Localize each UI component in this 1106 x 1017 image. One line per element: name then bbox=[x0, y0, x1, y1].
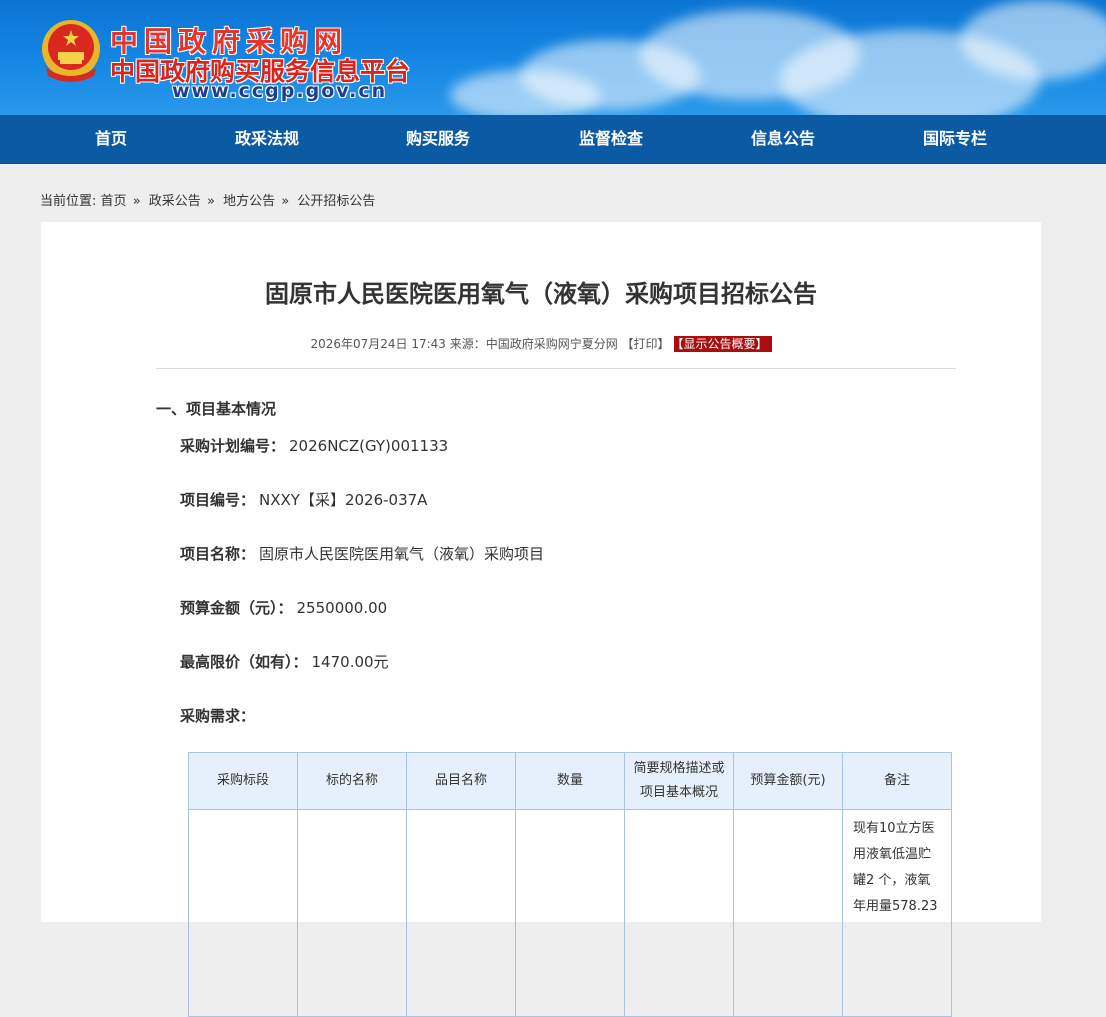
field-project-name: 项目名称： 固原市人民医院医用氧气（液氧）采购项目 bbox=[180, 543, 544, 564]
breadcrumb-separator: » bbox=[281, 194, 290, 209]
field-value: 固原市人民医院医用氧气（液氧）采购项目 bbox=[259, 545, 545, 563]
breadcrumb-home[interactable]: 首页 bbox=[101, 194, 127, 209]
note-line: 现有10立方医 bbox=[853, 821, 935, 836]
field-label: 项目编号： bbox=[180, 491, 256, 509]
table-header: 品目名称 bbox=[406, 752, 516, 810]
section-heading: 一、项目基本情况 bbox=[156, 400, 277, 418]
table-header: 数量 bbox=[515, 752, 625, 810]
note-line: 用液氧低温贮 bbox=[853, 847, 932, 862]
article-meta: 2026年07月24日 17:43 来源：中国政府采购网宁夏分网 【打印】 【显示… bbox=[41, 335, 1041, 352]
breadcrumb: 当前位置: 首页 » 政采公告 » 地方公告 » 公开招标公告 bbox=[40, 190, 375, 209]
field-label: 采购需求： bbox=[180, 707, 256, 725]
nav-home[interactable]: 首页 bbox=[51, 115, 171, 163]
nav-supervision[interactable]: 监督检查 bbox=[551, 115, 671, 163]
table-header: 标的名称 bbox=[297, 752, 407, 810]
field-plan-number: 采购计划编号： 2026NCZ(GY)001133 bbox=[180, 435, 448, 456]
breadcrumb-separator: » bbox=[206, 194, 215, 209]
field-label: 预算金额（元）： bbox=[180, 599, 293, 617]
table-cell bbox=[406, 809, 516, 1017]
site-header: 中国政府采购网 中国政府购买服务信息平台 www.ccgp.gov.cn bbox=[0, 0, 1106, 115]
national-emblem-icon bbox=[42, 20, 100, 82]
table-cell bbox=[515, 809, 625, 1017]
table-cell bbox=[297, 809, 407, 1017]
field-budget: 预算金额（元）： 2550000.00 bbox=[180, 597, 387, 618]
breadcrumb-separator: » bbox=[132, 194, 141, 209]
field-max-price: 最高限价（如有）： 1470.00元 bbox=[180, 651, 389, 672]
article-card: 固原市人民医院医用氧气（液氧）采购项目招标公告 2026年07月24日 17:4… bbox=[41, 222, 1041, 1017]
nav-international[interactable]: 国际专栏 bbox=[895, 115, 1015, 163]
table-cell-note: 现有10立方医 用液氧低温贮 罐2 个，液氧 年用量578.23 bbox=[842, 809, 952, 1017]
article-title: 固原市人民医院医用氧气（液氧）采购项目招标公告 bbox=[265, 280, 817, 308]
field-project-number: 项目编号： NXXY【采】2026-037A bbox=[180, 489, 427, 510]
table-cell bbox=[624, 809, 734, 1017]
note-line: 年用量578.23 bbox=[853, 899, 938, 914]
table-header: 采购标段 bbox=[188, 752, 298, 810]
title-divider bbox=[156, 368, 956, 369]
show-summary-button[interactable]: 【显示公告概要】 bbox=[673, 336, 772, 352]
article-meta-text: 2026年07月24日 17:43 来源：中国政府采购网宁夏分网 【打印】 bbox=[310, 337, 670, 351]
breadcrumb-local-announcements[interactable]: 地方公告 bbox=[223, 194, 275, 209]
main-nav: 首页 政采法规 购买服务 监督检查 信息公告 国际专栏 bbox=[0, 115, 1106, 164]
field-value: 2550000.00 bbox=[296, 599, 388, 617]
nav-announcements[interactable]: 信息公告 bbox=[723, 115, 843, 163]
field-label: 最高限价（如有）： bbox=[180, 653, 308, 671]
requirements-table: 采购标段 标的名称 品目名称 数量 简要规格描述或项目基本概况 预算金额(元) … bbox=[188, 752, 952, 1017]
table-header: 备注 bbox=[842, 752, 952, 810]
field-label: 采购计划编号： bbox=[180, 437, 286, 455]
note-line: 罐2 个，液氧 bbox=[853, 873, 931, 888]
cloud-decoration bbox=[960, 0, 1106, 80]
table-header-row: 采购标段 标的名称 品目名称 数量 简要规格描述或项目基本概况 预算金额(元) … bbox=[188, 752, 952, 810]
field-requirements: 采购需求： bbox=[180, 705, 255, 726]
table-cell bbox=[733, 809, 843, 1017]
field-label: 项目名称： bbox=[180, 545, 256, 563]
table-row: 现有10立方医 用液氧低温贮 罐2 个，液氧 年用量578.23 bbox=[188, 809, 952, 1017]
field-value: NXXY【采】2026-037A bbox=[259, 491, 428, 509]
table-cell bbox=[188, 809, 298, 1017]
table-header: 预算金额(元) bbox=[733, 752, 843, 810]
nav-regulations[interactable]: 政采法规 bbox=[207, 115, 327, 163]
breadcrumb-procurement-announcements[interactable]: 政采公告 bbox=[149, 194, 201, 209]
breadcrumb-prefix: 当前位置: bbox=[40, 194, 97, 209]
field-value: 2026NCZ(GY)001133 bbox=[289, 437, 449, 455]
nav-purchase-services[interactable]: 购买服务 bbox=[378, 115, 498, 163]
breadcrumb-open-tender[interactable]: 公开招标公告 bbox=[297, 194, 375, 209]
site-url[interactable]: www.ccgp.gov.cn bbox=[172, 80, 387, 102]
field-value: 1470.00元 bbox=[311, 653, 389, 671]
cloud-decoration bbox=[450, 70, 600, 115]
table-header: 简要规格描述或项目基本概况 bbox=[624, 752, 734, 810]
